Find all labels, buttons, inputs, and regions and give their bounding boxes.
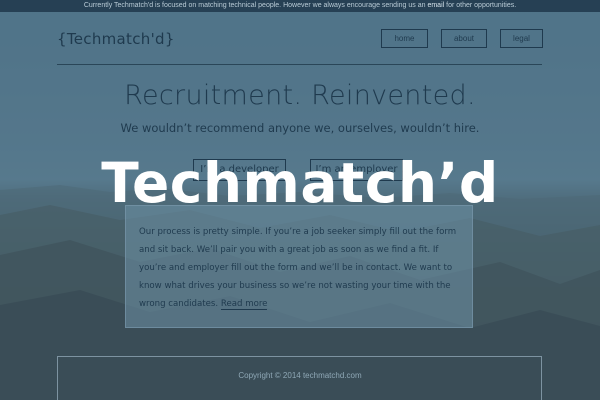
site-logo[interactable]: {Techmatch'd} [57,30,175,48]
notice-text: Currently Techmatch'd is focused on matc… [83,2,426,9]
main-nav: home about legal [381,29,543,48]
read-more-link[interactable]: Read more [220,299,268,310]
nav-about-button[interactable]: about [441,29,487,48]
footer-copyright: Copyright © 2014 techmatchd.com [238,371,362,380]
nav-home-button[interactable]: home [381,29,428,48]
header-divider [57,64,542,65]
notice-text-end: for other opportunities. [446,2,517,9]
hero-subtitle: We wouldn’t recommend anyone we, ourselv… [120,121,480,135]
overlay-wordmark: Techmatch’d [101,151,499,215]
info-panel: Our process is pretty simple. If you’re … [125,205,473,328]
page: Currently Techmatch'd is focused on matc… [0,0,600,400]
notice-bar: Currently Techmatch'd is focused on matc… [0,0,600,12]
info-text: Our process is pretty simple. If you’re … [139,227,457,309]
info-text-block: Our process is pretty simple. If you’re … [139,223,460,313]
notice-email-link[interactable]: email [427,2,444,9]
hero-title: Recruitment. Reinvented. [124,80,476,111]
nav-legal-button[interactable]: legal [500,29,543,48]
